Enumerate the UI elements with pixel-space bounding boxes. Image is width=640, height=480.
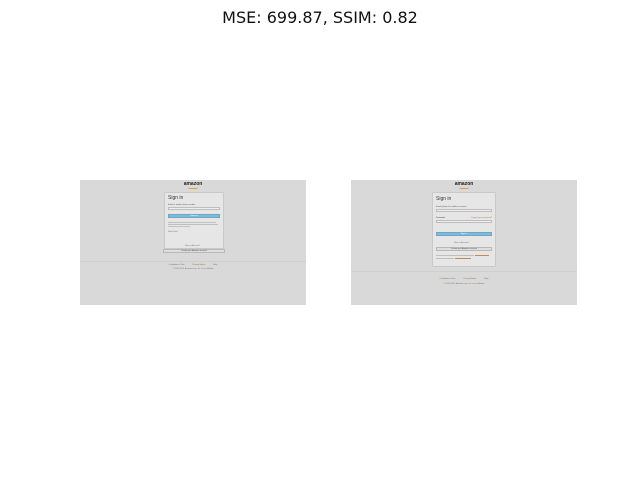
- footer-link-privacy[interactable]: Privacy Notice: [463, 278, 476, 280]
- footer-links: Conditions of Use Privacy Notice Help: [351, 278, 577, 280]
- signin-heading: Sign in: [436, 196, 452, 202]
- email-field[interactable]: [436, 209, 492, 212]
- terms-line-2: [168, 224, 218, 225]
- page-divider: [351, 271, 577, 272]
- terms-line-1: [168, 222, 216, 223]
- signin-button[interactable]: Sign in: [436, 232, 492, 236]
- create-account-button[interactable]: Create your Amazon account: [163, 249, 225, 253]
- footer-copyright: © 1996-2023, Amazon.com, Inc. or its aff…: [443, 283, 485, 285]
- forgot-password-link[interactable]: Forgot your password?: [472, 217, 492, 219]
- right-screenshot: amazon Sign in Email (phone for mobile a…: [351, 180, 577, 305]
- left-screenshot: amazon Sign in Email or mobile phone num…: [80, 180, 306, 305]
- amazon-logo: amazon: [351, 181, 577, 189]
- footer-link-privacy[interactable]: Privacy Notice: [192, 264, 205, 266]
- footer-link-help[interactable]: Help: [213, 264, 217, 266]
- new-to-amazon-text: New to Amazon?: [185, 245, 201, 247]
- comparison-page: MSE: 699.87, SSIM: 0.82 amazon Sign in E…: [0, 0, 640, 480]
- email-field[interactable]: [168, 207, 220, 210]
- terms-line-3: [168, 226, 190, 227]
- create-account-button[interactable]: Create your Amazon account: [436, 247, 492, 251]
- email-field-label: Email or mobile phone number: [168, 204, 196, 206]
- amazon-logo: amazon: [80, 181, 306, 189]
- logo-text: amazon: [454, 181, 474, 187]
- new-to-amazon-text: New to Amazon?: [454, 242, 470, 244]
- password-field[interactable]: [436, 220, 492, 223]
- smile-icon: [459, 187, 469, 189]
- terms-line-2: [436, 258, 454, 259]
- terms-link-2[interactable]: [455, 258, 471, 259]
- signin-heading: Sign in: [168, 195, 184, 201]
- smile-icon: [188, 187, 198, 189]
- signin-card: Sign in Email or mobile phone number Con…: [164, 192, 224, 249]
- password-field-label: Password: [436, 217, 445, 219]
- footer-link-conditions[interactable]: Conditions of Use: [440, 278, 456, 280]
- page-divider: [80, 261, 306, 262]
- footer-copyright: © 1996-2023, Amazon.com, Inc. or its aff…: [172, 268, 214, 270]
- email-field-label: Email (phone for mobile accounts): [436, 206, 467, 208]
- terms-line-1: [436, 255, 474, 256]
- logo-text: amazon: [183, 181, 203, 187]
- footer-link-conditions[interactable]: Conditions of Use: [169, 264, 185, 266]
- continue-button[interactable]: Continue: [168, 214, 220, 218]
- metrics-title: MSE: 699.87, SSIM: 0.82: [222, 8, 418, 27]
- need-help-link[interactable]: Need help?: [168, 231, 178, 233]
- terms-link-1[interactable]: [475, 255, 489, 256]
- signin-card: Sign in Email (phone for mobile accounts…: [432, 192, 496, 267]
- footer-link-help[interactable]: Help: [484, 278, 488, 280]
- footer-links: Conditions of Use Privacy Notice Help: [80, 264, 306, 266]
